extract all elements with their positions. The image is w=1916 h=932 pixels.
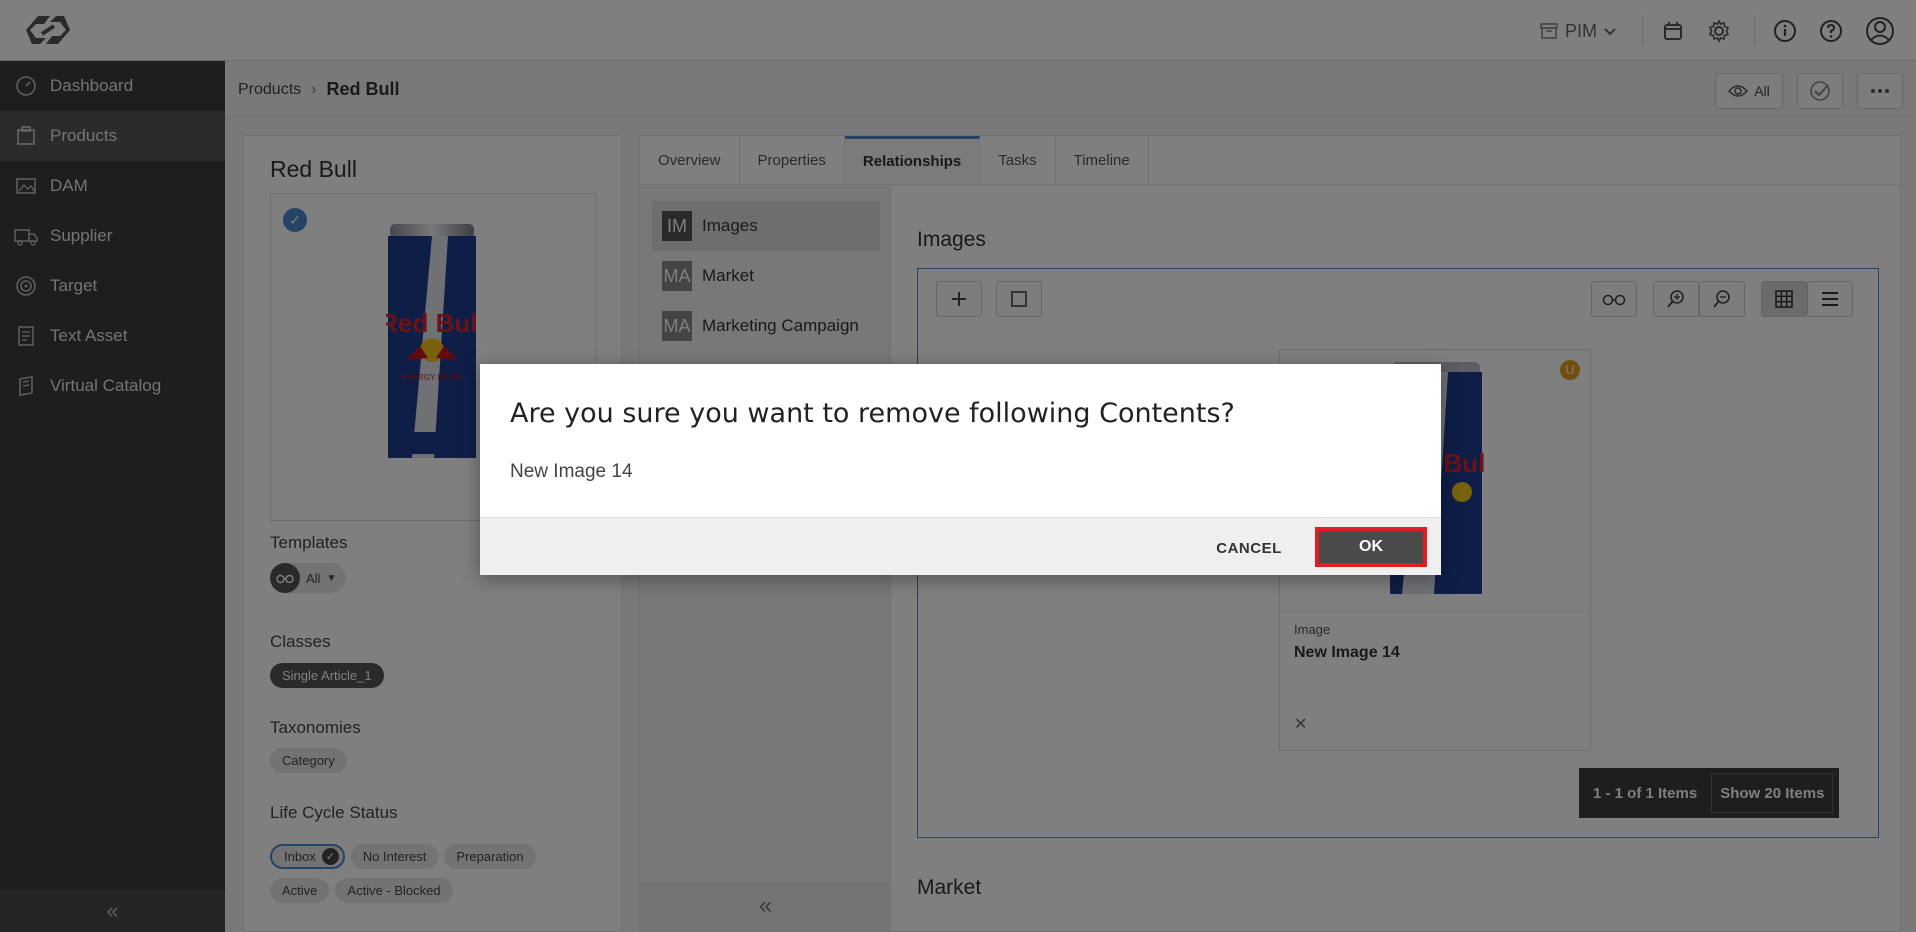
cancel-button[interactable]: CANCEL	[1198, 530, 1300, 566]
dialog-body: New Image 14	[510, 461, 633, 482]
dialog-title: Are you sure you want to remove followin…	[510, 398, 1235, 429]
dialog-footer: CANCEL OK	[480, 517, 1441, 575]
ok-button[interactable]: OK	[1315, 527, 1427, 567]
confirm-remove-dialog: Are you sure you want to remove followin…	[480, 364, 1441, 575]
